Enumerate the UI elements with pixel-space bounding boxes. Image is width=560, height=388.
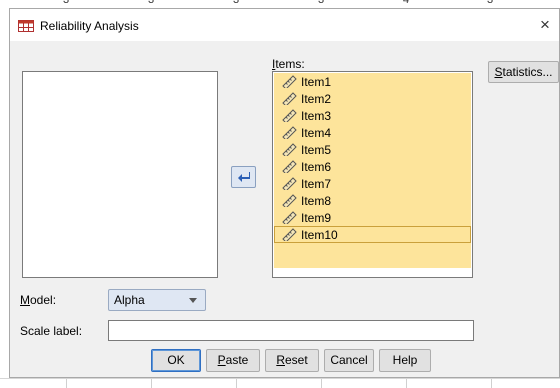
list-item[interactable]: Item7 <box>274 175 471 192</box>
item-label: Item3 <box>301 109 332 123</box>
move-variables-button[interactable] <box>231 166 256 188</box>
scale-ruler-icon <box>282 177 297 190</box>
paste-button[interactable]: Paste <box>206 349 260 372</box>
scale-label-input[interactable] <box>108 320 474 341</box>
background-cell: 4 <box>403 0 410 6</box>
scale-ruler-icon <box>282 143 297 156</box>
item-label: Item1 <box>301 75 332 89</box>
title-bar[interactable]: Reliability Analysis × <box>10 9 559 41</box>
item-label: Item2 <box>301 92 332 106</box>
model-selected-value: Alpha <box>114 293 145 307</box>
close-icon[interactable]: × <box>535 15 555 35</box>
cancel-button[interactable]: Cancel <box>324 349 374 372</box>
list-item[interactable]: Item1 <box>274 73 471 90</box>
list-item[interactable]: Item8 <box>274 192 471 209</box>
background-cell: 3 <box>63 0 70 6</box>
item-label: Item5 <box>301 143 332 157</box>
item-label: Item7 <box>301 177 332 191</box>
item-label: Item8 <box>301 194 332 208</box>
list-item[interactable]: Item10 <box>274 226 471 243</box>
scale-ruler-icon <box>282 109 297 122</box>
list-item[interactable]: Item2 <box>274 90 471 107</box>
ok-button[interactable]: OK <box>151 349 201 372</box>
scale-ruler-icon <box>282 92 297 105</box>
statistics-button[interactable]: Statistics... <box>488 61 559 83</box>
scale-ruler-icon <box>282 126 297 139</box>
spss-table-icon <box>18 20 34 32</box>
background-cell: 3 <box>233 0 240 6</box>
scale-ruler-icon <box>282 160 297 173</box>
scale-ruler-icon <box>282 75 297 88</box>
scale-ruler-icon <box>282 194 297 207</box>
items-label: Items: <box>272 57 305 71</box>
list-item[interactable]: Item5 <box>274 141 471 158</box>
help-button[interactable]: Help <box>379 349 431 372</box>
item-label: Item10 <box>301 228 338 242</box>
dialog-title: Reliability Analysis <box>40 19 139 33</box>
scale-ruler-icon <box>282 228 297 241</box>
scale-ruler-icon <box>282 211 297 224</box>
item-label: Item6 <box>301 160 332 174</box>
background-cell: 3 <box>318 0 325 6</box>
background-cell: 3 <box>148 0 155 6</box>
source-variable-list[interactable] <box>22 71 218 278</box>
reset-button[interactable]: Reset <box>265 349 319 372</box>
model-dropdown[interactable]: Alpha <box>108 289 206 311</box>
reliability-analysis-dialog: Reliability Analysis × Items: Item1 Item… <box>9 8 560 378</box>
background-cell: 3 <box>487 0 494 6</box>
move-left-arrow-icon <box>238 172 250 182</box>
list-item[interactable]: Item3 <box>274 107 471 124</box>
list-item[interactable]: Item4 <box>274 124 471 141</box>
items-selection: Item1 Item2 Item3 Item4 Item5 Item6 Item… <box>274 73 471 268</box>
model-label: Model: <box>20 293 57 307</box>
list-item[interactable]: Item6 <box>274 158 471 175</box>
scale-label-label: Scale label: <box>20 324 83 338</box>
chevron-down-icon <box>189 298 197 303</box>
item-label: Item4 <box>301 126 332 140</box>
item-label: Item9 <box>301 211 332 225</box>
items-list[interactable]: Item1 Item2 Item3 Item4 Item5 Item6 Item… <box>272 71 473 278</box>
list-item[interactable]: Item9 <box>274 209 471 226</box>
